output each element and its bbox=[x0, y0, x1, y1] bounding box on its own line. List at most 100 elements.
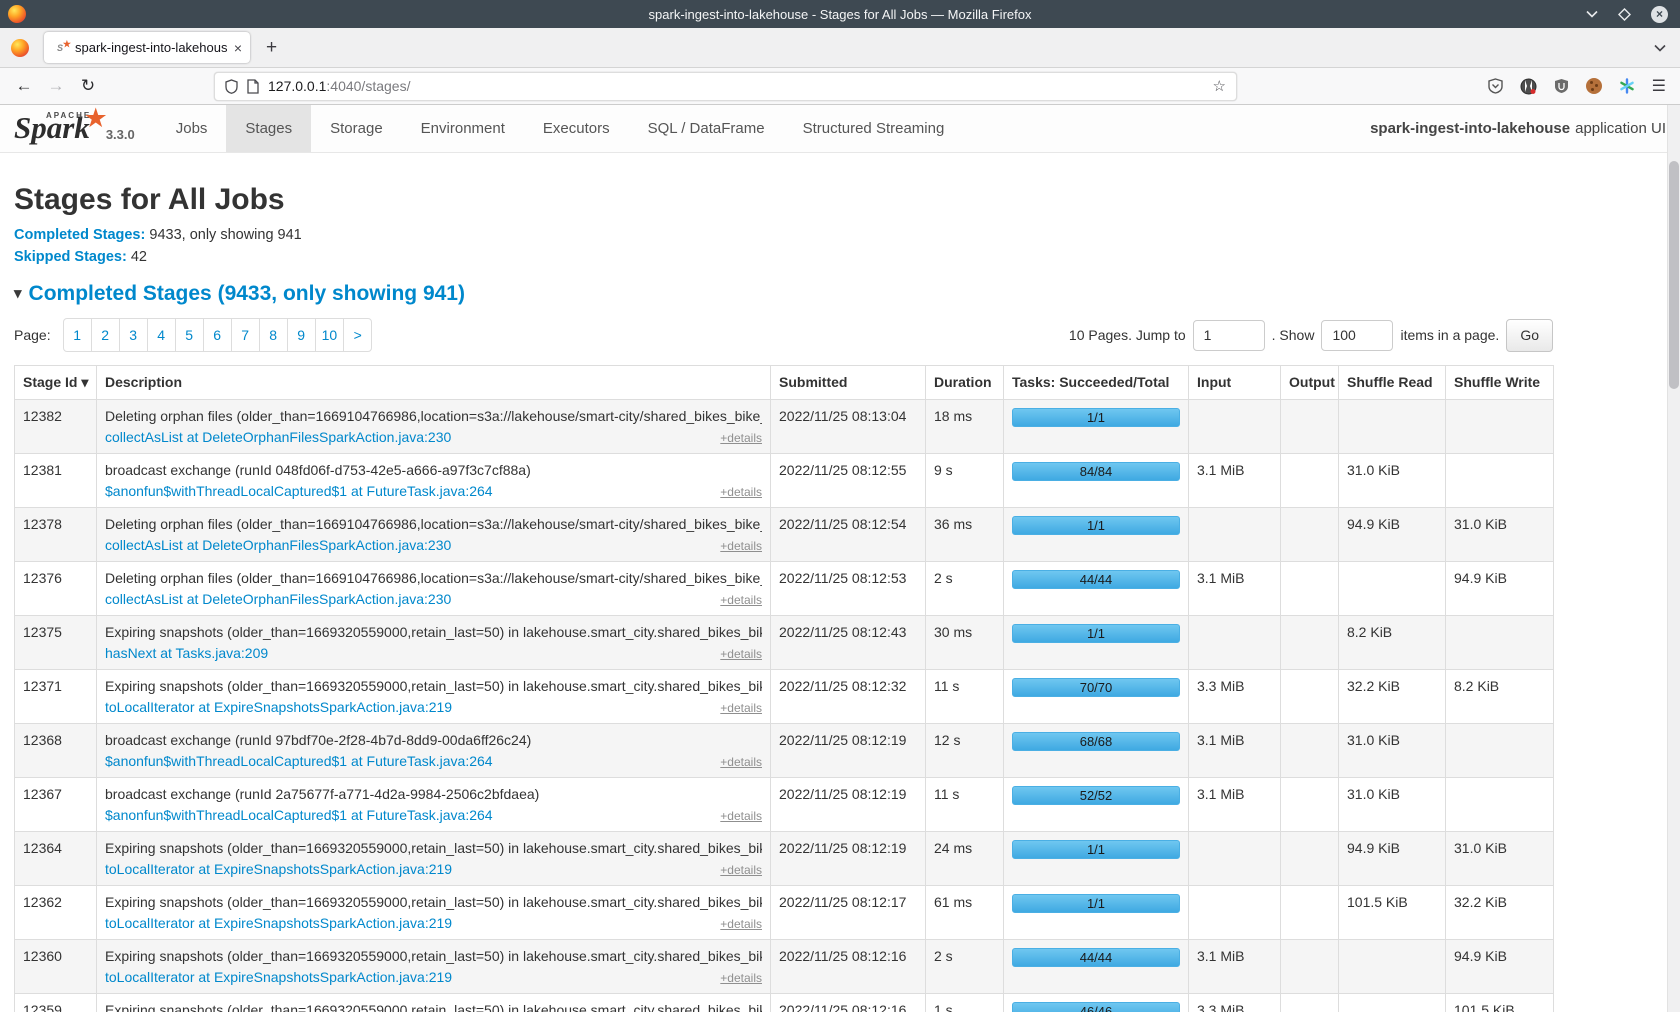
page-button-10[interactable]: 10 bbox=[315, 318, 345, 352]
spark-logo[interactable]: APACHE Spark ★ 3.3.0 bbox=[0, 105, 145, 152]
tasks-cell: 70/70 bbox=[1004, 670, 1189, 724]
stage-detail-link[interactable]: toLocalIterator at ExpireSnapshotsSparkA… bbox=[105, 861, 452, 877]
page-button-9[interactable]: 9 bbox=[287, 318, 316, 352]
col-header-shuffle-read[interactable]: Shuffle Read bbox=[1339, 366, 1446, 400]
minimize-icon[interactable] bbox=[1586, 10, 1598, 18]
col-header-description[interactable]: Description bbox=[97, 366, 771, 400]
back-icon[interactable]: ← bbox=[8, 76, 40, 96]
details-toggle-link[interactable]: +details bbox=[720, 701, 762, 715]
description-cell: Deleting orphan files (older_than=166910… bbox=[97, 508, 771, 562]
page-button-7[interactable]: 7 bbox=[231, 318, 260, 352]
stage-detail-link[interactable]: toLocalIterator at ExpireSnapshotsSparkA… bbox=[105, 969, 452, 985]
tasks-progress-bar: 84/84 bbox=[1012, 462, 1180, 481]
reload-icon[interactable]: ↻ bbox=[72, 76, 104, 96]
bookmark-star-icon[interactable]: ☆ bbox=[1213, 77, 1226, 95]
nav-item-environment[interactable]: Environment bbox=[402, 105, 524, 152]
nav-item-executors[interactable]: Executors bbox=[524, 105, 629, 152]
tasks-cell: 84/84 bbox=[1004, 454, 1189, 508]
close-icon[interactable]: × bbox=[1651, 6, 1668, 23]
duration-cell: 24 ms bbox=[926, 832, 1004, 886]
tasks-cell: 1/1 bbox=[1004, 616, 1189, 670]
tab-list-chevron-icon[interactable] bbox=[1654, 39, 1666, 57]
privacy-badger-icon[interactable] bbox=[1520, 78, 1537, 95]
submitted-cell: 2022/11/25 08:13:04 bbox=[771, 400, 926, 454]
details-toggle-link[interactable]: +details bbox=[720, 485, 762, 499]
tasks-progress-bar: 68/68 bbox=[1012, 732, 1180, 751]
details-toggle-link[interactable]: +details bbox=[720, 917, 762, 931]
page-button-4[interactable]: 4 bbox=[147, 318, 176, 352]
stage-detail-link[interactable]: $anonfun$withThreadLocalCaptured$1 at Fu… bbox=[105, 753, 493, 769]
col-header-stage-id[interactable]: Stage Id ▾ bbox=[15, 366, 97, 400]
ublock-icon[interactable] bbox=[1554, 78, 1569, 94]
col-header-submitted[interactable]: Submitted bbox=[771, 366, 926, 400]
tracking-shield-icon[interactable] bbox=[225, 79, 238, 94]
details-toggle-link[interactable]: +details bbox=[720, 539, 762, 553]
jump-to-page-input[interactable] bbox=[1193, 320, 1265, 351]
nav-item-sql-dataframe[interactable]: SQL / DataFrame bbox=[629, 105, 784, 152]
new-tab-icon[interactable]: + bbox=[266, 37, 277, 59]
items-per-page-input[interactable] bbox=[1321, 320, 1393, 351]
go-button[interactable]: Go bbox=[1506, 319, 1553, 352]
stage-detail-link[interactable]: collectAsList at DeleteOrphanFilesSparkA… bbox=[105, 429, 451, 445]
stage-detail-link[interactable]: toLocalIterator at ExpireSnapshotsSparkA… bbox=[105, 915, 452, 931]
details-toggle-link[interactable]: +details bbox=[720, 755, 762, 769]
output-cell bbox=[1281, 940, 1339, 994]
page-button-3[interactable]: 3 bbox=[119, 318, 148, 352]
shuffle-write-cell: 31.0 KiB bbox=[1446, 508, 1554, 562]
forward-icon[interactable]: → bbox=[40, 76, 72, 96]
stage-detail-link[interactable]: collectAsList at DeleteOrphanFilesSparkA… bbox=[105, 591, 451, 607]
tab-close-icon[interactable]: × bbox=[234, 40, 242, 56]
skipped-stages-link[interactable]: Skipped Stages: bbox=[14, 249, 127, 265]
details-toggle-link[interactable]: +details bbox=[720, 647, 762, 661]
details-toggle-link[interactable]: +details bbox=[720, 971, 762, 985]
stage-detail-link[interactable]: $anonfun$withThreadLocalCaptured$1 at Fu… bbox=[105, 807, 493, 823]
firefox-icon[interactable] bbox=[11, 39, 29, 57]
completed-stages-section-header[interactable]: ▾Completed Stages (9433, only showing 94… bbox=[14, 282, 1666, 306]
stage-detail-link[interactable]: collectAsList at DeleteOrphanFilesSparkA… bbox=[105, 537, 451, 553]
page-info-icon[interactable] bbox=[247, 79, 259, 94]
scrollbar-track[interactable] bbox=[1667, 105, 1680, 1012]
page-button-5[interactable]: 5 bbox=[175, 318, 204, 352]
extension-asterisk-icon[interactable] bbox=[1619, 78, 1635, 94]
description-cell: Expiring snapshots (older_than=166932055… bbox=[97, 994, 771, 1012]
details-toggle-link[interactable]: +details bbox=[720, 431, 762, 445]
stage-detail-link[interactable]: toLocalIterator at ExpireSnapshotsSparkA… bbox=[105, 699, 452, 715]
browser-tab[interactable]: S spark-ingest-into-lakehous × bbox=[44, 32, 250, 63]
description-cell: broadcast exchange (runId 2a75677f-a771-… bbox=[97, 778, 771, 832]
details-toggle-link[interactable]: +details bbox=[720, 809, 762, 823]
description-text: Expiring snapshots (older_than=166932055… bbox=[105, 948, 762, 964]
details-toggle-link[interactable]: +details bbox=[720, 593, 762, 607]
menu-icon[interactable]: ☰ bbox=[1652, 76, 1666, 96]
stage-detail-link[interactable]: $anonfun$withThreadLocalCaptured$1 at Fu… bbox=[105, 483, 493, 499]
cookie-icon[interactable] bbox=[1586, 78, 1602, 94]
nav-item-jobs[interactable]: Jobs bbox=[157, 105, 227, 152]
page-button-1[interactable]: 1 bbox=[63, 318, 92, 352]
shuffle-read-cell: 32.2 KiB bbox=[1339, 670, 1446, 724]
col-header-input[interactable]: Input bbox=[1189, 366, 1281, 400]
page-button-2[interactable]: 2 bbox=[91, 318, 120, 352]
maximize-icon[interactable] bbox=[1618, 8, 1631, 21]
col-header-duration[interactable]: Duration bbox=[926, 366, 1004, 400]
scrollbar-thumb[interactable] bbox=[1669, 161, 1679, 389]
col-header-tasks-succeeded-total[interactable]: Tasks: Succeeded/Total bbox=[1004, 366, 1189, 400]
col-header-output[interactable]: Output bbox=[1281, 366, 1339, 400]
stages-table: Stage Id ▾DescriptionSubmittedDurationTa… bbox=[14, 365, 1554, 1012]
nav-item-structured-streaming[interactable]: Structured Streaming bbox=[784, 105, 964, 152]
nav-item-storage[interactable]: Storage bbox=[311, 105, 402, 152]
nav-item-stages[interactable]: Stages bbox=[226, 105, 311, 152]
details-toggle-link[interactable]: +details bbox=[720, 863, 762, 877]
table-row-stage-12359: 12359Expiring snapshots (older_than=1669… bbox=[15, 994, 1554, 1012]
stage-detail-link[interactable]: hasNext at Tasks.java:209 bbox=[105, 645, 268, 661]
spark-favicon-icon: S bbox=[52, 40, 68, 56]
output-cell bbox=[1281, 724, 1339, 778]
url-bar[interactable]: 127.0.0.1:4040/stages/ ☆ bbox=[214, 72, 1237, 101]
completed-stages-link[interactable]: Completed Stages: bbox=[14, 227, 145, 243]
page-button-6[interactable]: 6 bbox=[203, 318, 232, 352]
page-next-button[interactable]: > bbox=[343, 318, 372, 352]
tasks-progress-bar: 52/52 bbox=[1012, 786, 1180, 805]
page-button-8[interactable]: 8 bbox=[259, 318, 288, 352]
duration-cell: 30 ms bbox=[926, 616, 1004, 670]
pages-info-mid: . Show bbox=[1272, 327, 1315, 343]
pocket-shield-icon[interactable] bbox=[1488, 78, 1503, 94]
col-header-shuffle-write[interactable]: Shuffle Write bbox=[1446, 366, 1554, 400]
